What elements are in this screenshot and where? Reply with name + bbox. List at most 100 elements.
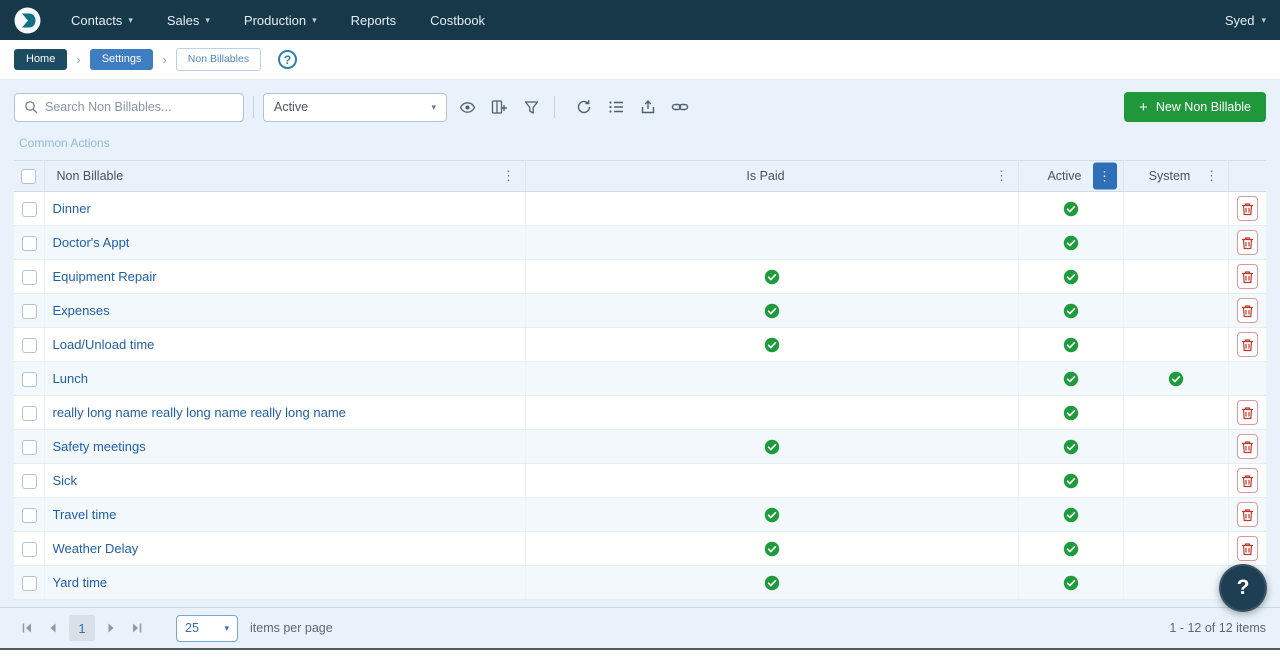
row-name-link[interactable]: Load/Unload time	[53, 337, 517, 352]
column-menu-icon[interactable]: ⋮	[992, 164, 1012, 188]
row-name-link[interactable]: Travel time	[53, 507, 517, 522]
status-filter-select[interactable]: Active ▾	[263, 93, 447, 122]
last-page-button[interactable]	[124, 615, 150, 641]
row-name-link[interactable]: Yard time	[53, 575, 517, 590]
row-checkbox[interactable]	[22, 270, 37, 285]
check-circle-icon	[1168, 371, 1184, 387]
column-header-non-billable[interactable]: Non Billable	[57, 169, 124, 183]
is-paid-check-icon	[764, 507, 780, 523]
nav-item-production[interactable]: Production▾	[244, 13, 317, 28]
active-column-menu-icon[interactable]: ⋮	[1093, 163, 1117, 190]
delete-button[interactable]	[1237, 332, 1259, 357]
chevron-down-icon: ▾	[224, 624, 229, 633]
row-name-link[interactable]: Safety meetings	[53, 439, 517, 454]
help-icon[interactable]: ?	[278, 50, 297, 69]
row-name-link[interactable]: Expenses	[53, 303, 517, 318]
row-name-link[interactable]: Equipment Repair	[53, 269, 517, 284]
search-icon	[24, 100, 38, 114]
export-button[interactable]	[634, 93, 662, 121]
common-actions-link[interactable]: Common Actions	[0, 130, 124, 160]
column-menu-icon[interactable]: ⋮	[1202, 164, 1222, 188]
check-circle-icon	[1063, 405, 1079, 421]
page-size-select[interactable]: 25 ▾	[176, 615, 238, 642]
refresh-button[interactable]	[570, 93, 598, 121]
plus-icon: +	[1139, 100, 1148, 115]
row-checkbox[interactable]	[22, 576, 37, 591]
table-row: Safety meetings	[14, 430, 1266, 464]
column-menu-icon[interactable]: ⋮	[499, 164, 519, 188]
table-row: Expenses	[14, 294, 1266, 328]
column-header-is-paid[interactable]: Is Paid	[746, 169, 784, 183]
active-check-icon	[1063, 337, 1079, 353]
data-grid: Non Billable ⋮ Is Paid ⋮	[14, 160, 1266, 600]
row-checkbox[interactable]	[22, 304, 37, 319]
user-menu[interactable]: Syed▾	[1225, 13, 1266, 28]
delete-button[interactable]	[1237, 196, 1259, 221]
filter-button[interactable]	[517, 93, 545, 121]
row-checkbox[interactable]	[22, 474, 37, 489]
delete-button[interactable]	[1237, 298, 1259, 323]
column-header-system[interactable]: System	[1149, 169, 1191, 183]
check-circle-icon	[764, 269, 780, 285]
delete-button[interactable]	[1237, 536, 1259, 561]
previous-page-icon	[47, 622, 59, 634]
row-checkbox[interactable]	[22, 236, 37, 251]
table-row: Doctor's Appt	[14, 226, 1266, 260]
table-row: Yard time	[14, 566, 1266, 600]
delete-button[interactable]	[1237, 400, 1259, 425]
delete-button[interactable]	[1237, 468, 1259, 493]
row-checkbox[interactable]	[22, 338, 37, 353]
row-name-link[interactable]: Lunch	[53, 371, 517, 386]
row-checkbox[interactable]	[22, 372, 37, 387]
row-name-link[interactable]: Weather Delay	[53, 541, 517, 556]
list-view-button[interactable]	[602, 93, 630, 121]
first-page-button[interactable]	[14, 615, 40, 641]
add-column-button[interactable]	[485, 93, 513, 121]
filter-funnel-icon	[524, 100, 539, 115]
delete-button[interactable]	[1237, 502, 1259, 527]
page-number-button[interactable]: 1	[69, 615, 95, 641]
grid-toolbar: Active ▾	[0, 80, 1280, 130]
row-checkbox[interactable]	[22, 406, 37, 421]
delete-button[interactable]	[1237, 264, 1259, 289]
next-page-icon	[105, 622, 117, 634]
column-header-active[interactable]: Active	[1047, 169, 1081, 183]
row-name-link[interactable]: Dinner	[53, 201, 517, 216]
user-name: Syed	[1225, 13, 1255, 28]
pagination-bar: 1 25 ▾ items per page 1 - 12 of 12 items	[0, 607, 1280, 648]
nav-item-sales[interactable]: Sales▾	[167, 13, 210, 28]
delete-button[interactable]	[1237, 434, 1259, 459]
table-body: Dinner Doctor's Appt Equipment Repair Ex…	[14, 192, 1266, 600]
app-logo[interactable]	[14, 7, 41, 34]
check-circle-icon	[764, 507, 780, 523]
system-check-icon	[1168, 371, 1184, 387]
chevron-down-icon: ▾	[205, 16, 210, 25]
breadcrumb-current[interactable]: Non Billables	[176, 48, 261, 71]
nav-item-label: Reports	[351, 13, 397, 28]
row-checkbox[interactable]	[22, 202, 37, 217]
help-fab-button[interactable]: ?	[1219, 564, 1267, 612]
select-all-checkbox[interactable]	[21, 169, 36, 184]
next-page-button[interactable]	[98, 615, 124, 641]
new-non-billable-button[interactable]: + New Non Billable	[1124, 92, 1266, 122]
row-checkbox[interactable]	[22, 508, 37, 523]
delete-button[interactable]	[1237, 230, 1259, 255]
breadcrumb-settings[interactable]: Settings	[90, 49, 154, 70]
nav-item-reports[interactable]: Reports	[351, 13, 397, 28]
row-name-link[interactable]: Doctor's Appt	[53, 235, 517, 250]
nav-item-contacts[interactable]: Contacts ▾	[71, 13, 133, 28]
row-checkbox[interactable]	[22, 542, 37, 557]
link-button[interactable]	[666, 93, 694, 121]
search-input[interactable]	[45, 100, 234, 114]
nav-item-label: Contacts	[71, 13, 122, 28]
nav-item-costbook[interactable]: Costbook	[430, 13, 485, 28]
row-name-link[interactable]: Sick	[53, 473, 517, 488]
chevron-down-icon: ▾	[128, 16, 133, 25]
previous-page-button[interactable]	[40, 615, 66, 641]
row-name-link[interactable]: really long name really long name really…	[53, 405, 517, 420]
row-checkbox[interactable]	[22, 440, 37, 455]
visibility-button[interactable]	[453, 93, 481, 121]
breadcrumb-home[interactable]: Home	[14, 49, 67, 70]
check-circle-icon	[764, 575, 780, 591]
is-paid-check-icon	[764, 575, 780, 591]
